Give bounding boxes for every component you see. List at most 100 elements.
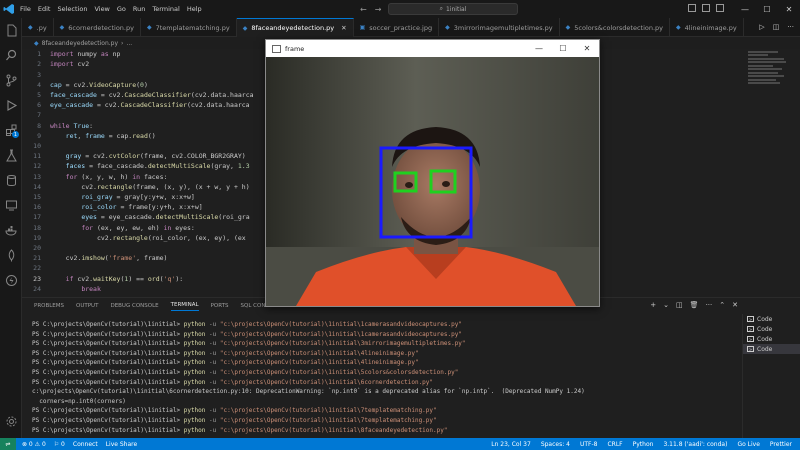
close-icon[interactable]: ✕ xyxy=(778,0,800,18)
docker-icon[interactable] xyxy=(0,218,22,243)
code-line[interactable]: 5 face_cascade = cv2.CascadeClassifier(cv… xyxy=(22,90,253,101)
toggle-panel-icon[interactable] xyxy=(702,4,710,12)
menu-run[interactable]: Run xyxy=(133,5,145,13)
toggle-secondary-sidebar-icon[interactable] xyxy=(716,4,724,12)
source-control-icon[interactable] xyxy=(0,68,22,93)
code-line[interactable]: 1 import numpy as np xyxy=(22,49,120,60)
terminal-instance[interactable]: > Code xyxy=(743,334,800,344)
code-line[interactable]: 12 faces = face_cascade.detectMultiScale… xyxy=(22,161,249,172)
tab-3[interactable]: ◆ 8faceandeyedetection.py ✕ xyxy=(236,18,354,37)
run-file-icon[interactable]: ▷ xyxy=(759,23,764,31)
extensions-icon[interactable]: 1 xyxy=(0,118,22,143)
status-right-item[interactable]: Spaces: 4 xyxy=(541,441,570,448)
status-right-item[interactable]: Ln 23, Col 37 xyxy=(491,441,531,448)
breadcrumb-file[interactable]: 8faceandeyedetection.py xyxy=(42,40,118,47)
command-center-search[interactable]: ⌕ 1initial xyxy=(388,3,518,15)
menu-file[interactable]: File xyxy=(20,5,31,13)
code-line[interactable]: 7 xyxy=(22,110,50,121)
code-line[interactable]: 3 xyxy=(22,69,50,80)
code-line[interactable]: 18 for (ex, ey, ew, eh) in eyes: xyxy=(22,222,195,233)
tab-2[interactable]: ◆ 7templatematching.py xyxy=(141,18,237,37)
breadcrumb-more[interactable]: ... xyxy=(126,40,132,47)
status-left-item[interactable]: Live Share xyxy=(106,441,137,448)
code-line[interactable]: 8 while True: xyxy=(22,120,93,131)
explorer-icon[interactable] xyxy=(0,18,22,43)
code-line[interactable]: 11 gray = cv2.cvtColor(frame, cv2.COLOR_… xyxy=(22,151,246,162)
status-left-item[interactable]: Connect xyxy=(73,441,98,448)
tab-7[interactable]: ◆ 4lineinimage.py xyxy=(670,18,744,37)
minimize-icon[interactable]: — xyxy=(734,0,756,18)
kill-terminal-icon[interactable]: 🗑 xyxy=(690,301,699,309)
menu-go[interactable]: Go xyxy=(117,5,126,13)
tab-1[interactable]: ◆ 6cornerdetection.py xyxy=(54,18,141,37)
terminal-dropdown-icon[interactable]: ⌄ xyxy=(663,301,669,309)
split-terminal-icon[interactable]: ◫ xyxy=(676,301,683,309)
tab-close-icon[interactable]: ✕ xyxy=(341,24,346,32)
mongodb-leaf-icon[interactable] xyxy=(0,243,22,268)
run-debug-icon[interactable] xyxy=(0,93,22,118)
menu-view[interactable]: View xyxy=(94,5,109,13)
status-right-item[interactable]: Prettier xyxy=(770,441,792,448)
terminal-instance[interactable]: > Code xyxy=(743,314,800,324)
code-line[interactable]: 16 roi_color = frame[y:y+h, x:x+w] xyxy=(22,202,202,213)
search-icon[interactable] xyxy=(0,43,22,68)
code-line[interactable]: 2 import cv2 xyxy=(22,59,89,70)
terminal-output[interactable]: PS C:\projects\OpenCv(tutorial)\1initial… xyxy=(32,320,732,435)
more-actions-icon[interactable]: ··· xyxy=(787,23,794,31)
tab-6[interactable]: ◆ 5colors&colorsdetection.py xyxy=(560,18,671,37)
panel-tab-problems[interactable]: PROBLEMS xyxy=(34,303,64,309)
code-line[interactable]: 6 eye_cascade = cv2.CascadeClassifier(cv2… xyxy=(22,100,250,111)
status-left-item[interactable]: ⚐ 0 xyxy=(54,441,65,448)
menu-edit[interactable]: Edit xyxy=(38,5,51,13)
terminal-instance[interactable]: > Code xyxy=(743,344,800,354)
panel-tab-output[interactable]: OUTPUT xyxy=(76,303,98,309)
code-line[interactable]: 20 xyxy=(22,243,50,254)
back-arrow-icon[interactable]: ← xyxy=(360,5,367,14)
code-line[interactable]: 21 cv2.imshow('frame', frame) xyxy=(22,253,167,264)
code-line[interactable]: 13 for (x, y, w, h) in faces: xyxy=(22,171,167,182)
frame-minimize-icon[interactable]: — xyxy=(527,40,551,57)
database-icon[interactable] xyxy=(0,168,22,193)
code-line[interactable]: 4 cap = cv2.VideoCapture(0) xyxy=(22,80,148,91)
toggle-sidebar-icon[interactable] xyxy=(688,4,696,12)
minimap[interactable] xyxy=(748,49,788,109)
maximize-icon[interactable]: ☐ xyxy=(756,0,778,18)
code-line[interactable]: 24 break xyxy=(22,284,101,295)
status-right-item[interactable]: 3.11.8 ('aadi': conda) xyxy=(663,441,727,448)
code-line[interactable]: 19 cv2.rectangle(roi_color, (ex, ey), (e… xyxy=(22,233,246,244)
status-right-item[interactable]: CRLF xyxy=(607,441,622,448)
new-terminal-icon[interactable]: + xyxy=(650,301,656,309)
terminal-instance[interactable]: > Code xyxy=(743,324,800,334)
menu-help[interactable]: Help xyxy=(187,5,202,13)
forward-arrow-icon[interactable]: → xyxy=(375,5,382,14)
frame-window[interactable]: frame — ☐ ✕ xyxy=(265,39,600,307)
settings-gear-icon[interactable] xyxy=(0,409,22,434)
status-right-item[interactable]: UTF-8 xyxy=(580,441,598,448)
status-right-item[interactable]: Go Live xyxy=(737,441,759,448)
code-line[interactable]: 22 xyxy=(22,263,50,274)
testing-icon[interactable] xyxy=(0,143,22,168)
maximize-panel-icon[interactable]: ⌃ xyxy=(719,301,725,309)
panel-tab-ports[interactable]: PORTS xyxy=(211,303,229,309)
tab-0[interactable]: ◆ .py xyxy=(22,18,54,37)
split-editor-icon[interactable]: ◫ xyxy=(773,23,780,31)
remote-explorer-icon[interactable] xyxy=(0,193,22,218)
menu-selection[interactable]: Selection xyxy=(57,5,87,13)
status-left-item[interactable]: ⊗ 0 ⚠ 0 xyxy=(22,441,46,448)
tab-4[interactable]: ▣ soccer_practice.jpg xyxy=(354,18,440,37)
code-line[interactable]: 9 ret, frame = cap.read() xyxy=(22,131,156,142)
code-line[interactable]: 23 if cv2.waitKey(1) == ord('q'): xyxy=(22,273,183,284)
code-line[interactable]: 10 xyxy=(22,141,50,152)
frame-close-icon[interactable]: ✕ xyxy=(575,40,599,57)
close-panel-icon[interactable]: ✕ xyxy=(732,301,738,309)
menu-terminal[interactable]: Terminal xyxy=(152,5,179,13)
frame-maximize-icon[interactable]: ☐ xyxy=(551,40,575,57)
thunder-client-icon[interactable] xyxy=(0,268,22,293)
remote-indicator-icon[interactable]: ⇌ xyxy=(0,438,16,450)
panel-tab-terminal[interactable]: TERMINAL xyxy=(170,302,199,311)
more-panel-actions-icon[interactable]: ··· xyxy=(706,301,713,309)
code-line[interactable]: 14 cv2.rectangle(frame, (x, y), (x + w, … xyxy=(22,182,249,193)
code-line[interactable]: 15 roi_gray = gray[y:y+w, x:x+w] xyxy=(22,192,195,203)
status-right-item[interactable]: Python xyxy=(633,441,654,448)
panel-tab-debug-console[interactable]: DEBUG CONSOLE xyxy=(110,303,158,309)
